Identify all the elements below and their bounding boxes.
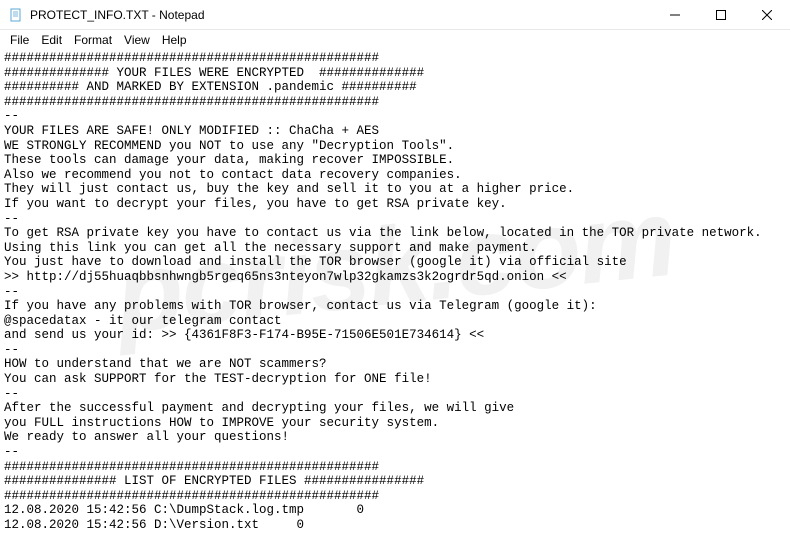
menu-edit[interactable]: Edit [35,32,68,48]
window-title: PROTECT_INFO.TXT - Notepad [30,8,652,22]
notepad-icon [8,7,24,23]
titlebar: PROTECT_INFO.TXT - Notepad [0,0,790,30]
text-area[interactable]: ########################################… [0,50,790,535]
menu-help[interactable]: Help [156,32,193,48]
menu-format[interactable]: Format [68,32,118,48]
window-controls [652,0,790,29]
minimize-button[interactable] [652,0,698,30]
menubar: File Edit Format View Help [0,30,790,50]
maximize-button[interactable] [698,0,744,30]
menu-file[interactable]: File [4,32,35,48]
menu-view[interactable]: View [118,32,156,48]
close-button[interactable] [744,0,790,30]
